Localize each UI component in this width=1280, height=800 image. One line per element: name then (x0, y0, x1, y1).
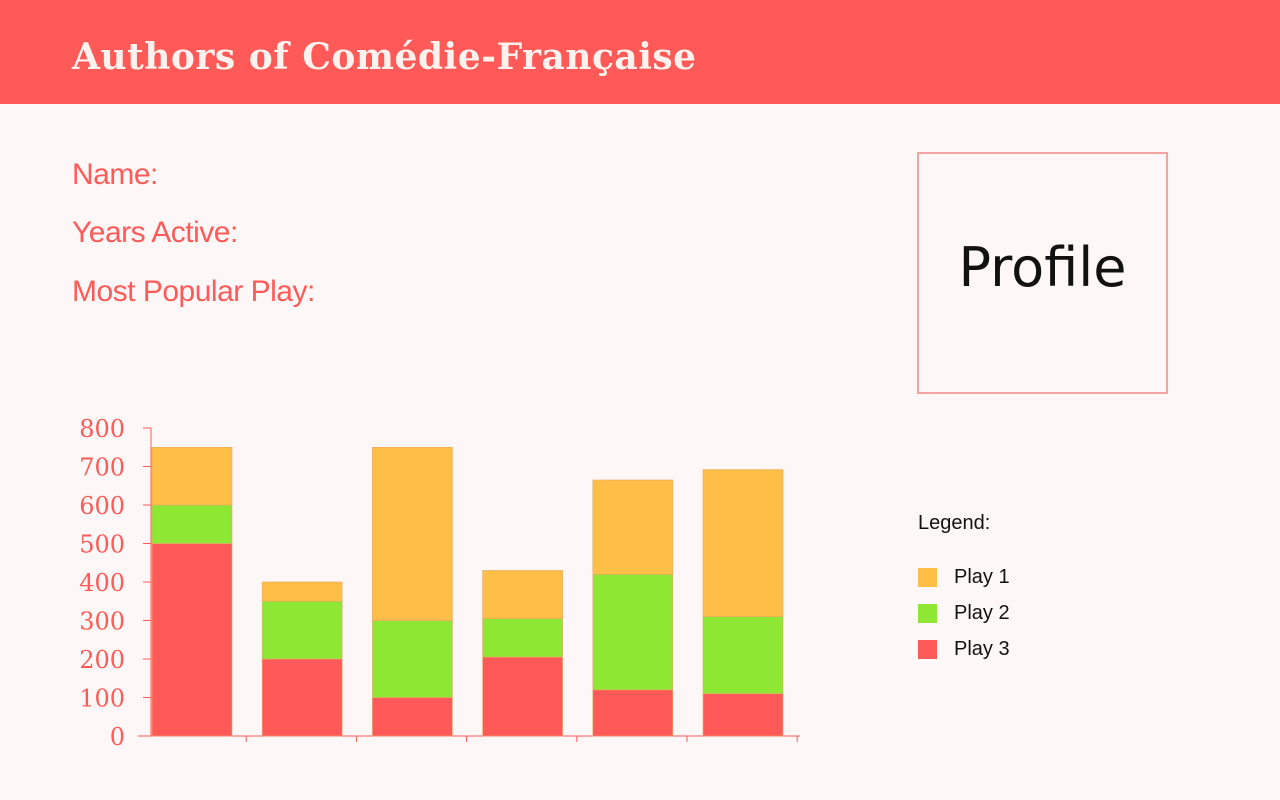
bar-segment-play-2 (592, 573, 674, 691)
bar-segment-play-1 (702, 469, 784, 617)
legend-item-play-1: Play 1 (918, 566, 1010, 588)
legend-label-play-2: Play 2 (954, 601, 1010, 624)
y-tick-label: 700 (79, 454, 125, 482)
y-tick-label: 300 (79, 608, 125, 636)
legend-swatch-play-1 (918, 567, 937, 587)
bar-segment-play-1 (372, 446, 453, 621)
y-tick-label: 0 (110, 723, 125, 751)
y-tick-label: 500 (79, 531, 125, 559)
bar-segment-play-2 (372, 620, 453, 698)
bar-segment-play-2 (702, 616, 784, 694)
bar-segment-play-3 (592, 689, 674, 737)
bar-segment-play-2 (151, 504, 233, 544)
legend-title: Legend: (918, 512, 991, 534)
bar-segment-play-1 (151, 446, 233, 506)
legend-item-play-3: Play 3 (918, 638, 1010, 660)
bar-segment-play-1 (592, 479, 674, 575)
legend-swatch-play-3 (918, 639, 937, 659)
bar-segment-play-3 (482, 656, 563, 737)
y-tick-label: 400 (79, 569, 125, 597)
bar-segment-play-3 (702, 693, 784, 737)
legend-label-play-1: Play 1 (954, 565, 1010, 588)
stacked-bar-chart: 0 100 200 300 400 500 600 700 800 (79, 415, 800, 751)
legend-item-play-2: Play 2 (918, 602, 1010, 624)
bar-segment-play-3 (151, 543, 233, 737)
y-tick-label: 200 (79, 646, 125, 674)
y-tick-label: 800 (79, 415, 125, 443)
bar-segment-play-2 (261, 600, 343, 660)
bar-segment-play-2 (482, 618, 563, 658)
y-tick-label: 100 (79, 685, 125, 713)
bar-segment-play-3 (261, 658, 343, 737)
bar-segment-play-1 (482, 570, 563, 619)
legend-swatch-play-2 (918, 603, 937, 623)
y-tick-label: 600 (79, 492, 125, 520)
bar-segment-play-3 (372, 697, 453, 737)
legend-label-play-3: Play 3 (954, 637, 1010, 660)
bar-segment-play-1 (261, 581, 343, 602)
